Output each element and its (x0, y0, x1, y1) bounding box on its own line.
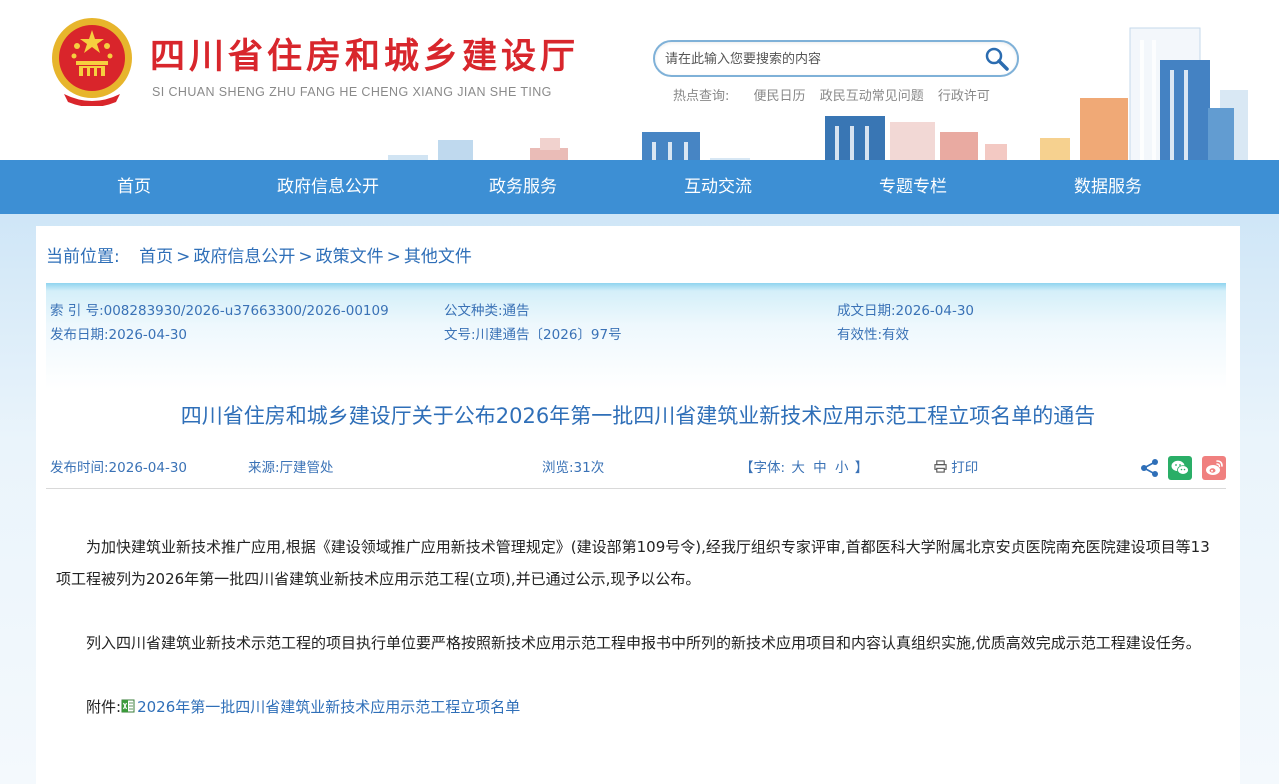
font-size-control: 【字体: 大 中 小 】 (740, 456, 868, 476)
view-count: 浏览:31次 (542, 460, 605, 476)
breadcrumb-policy[interactable]: 政策文件 (316, 247, 384, 267)
font-size-medium[interactable]: 中 (813, 460, 827, 476)
attachment-label: 附件: (86, 698, 122, 716)
breadcrumb-home[interactable]: 首页 (139, 247, 173, 267)
article-source: 来源:厅建管处 (248, 460, 334, 476)
breadcrumb-gov-info[interactable]: 政府信息公开 (193, 247, 295, 267)
document-meta-box: 索 引 号:008283930/2026-u37663300/2026-0010… (46, 283, 1226, 389)
font-label-open: 【字体: (740, 460, 786, 476)
site-pinyin: SI CHUAN SHENG ZHU FANG HE CHENG XIANG J… (152, 85, 552, 99)
breadcrumb: 当前位置: 首页 > 政府信息公开 > 政策文件 > 其他文件 (46, 242, 472, 267)
attachment-line: 附件: 2026年第一批四川省建筑业新技术应用示范工程立项名单 (56, 691, 1216, 723)
breadcrumb-separator: > (176, 247, 191, 267)
share-icon[interactable] (1140, 458, 1160, 478)
hot-search-label: 热点查询: (673, 89, 730, 104)
search-input[interactable] (665, 49, 965, 69)
nav-item-data[interactable]: 数据服务 (1018, 160, 1198, 214)
article-title: 四川省住房和城乡建设厅关于公布2026年第一批四川省建筑业新技术应用示范工程立项… (180, 404, 1096, 428)
meta-index-no: 索 引 号:008283930/2026-u37663300/2026-0010… (50, 303, 389, 319)
breadcrumb-label: 当前位置: (46, 247, 120, 267)
font-size-large[interactable]: 大 (791, 460, 805, 476)
article-body: 为加快建筑业新技术推广应用,根据《建设领域推广应用新技术管理规定》(建设部第10… (56, 531, 1216, 755)
site-title: 四川省住房和城乡建设厅 (150, 36, 580, 77)
meta-doc-no: 文号:川建通告〔2026〕97号 (444, 327, 622, 343)
hot-link-faq[interactable]: 政民互动常见问题 (820, 89, 924, 104)
attachment-link[interactable]: 2026年第一批四川省建筑业新技术应用示范工程立项名单 (137, 698, 520, 716)
publish-time: 发布时间:2026-04-30 (50, 460, 188, 476)
content-panel: 当前位置: 首页 > 政府信息公开 > 政策文件 > 其他文件 索 引 号:00828393… (36, 226, 1240, 784)
printer-icon (934, 460, 947, 473)
nav-item-special[interactable]: 专题专栏 (823, 160, 1003, 214)
article-paragraph: 列入四川省建筑业新技术示范工程的项目执行单位要严格按照新技术应用示范工程申报书中… (86, 634, 1201, 652)
site-header: 四川省住房和城乡建设厅 SI CHUAN SHENG ZHU FANG HE C… (0, 0, 1279, 160)
nav-item-interaction[interactable]: 互动交流 (628, 160, 808, 214)
nav-item-gov-info[interactable]: 政府信息公开 (238, 160, 418, 214)
article-info-row: 发布时间:2026-04-30 来源:厅建管处 浏览:31次 【字体: 大 中 … (50, 456, 1226, 486)
divider (46, 488, 1226, 489)
nav-item-gov-service[interactable]: 政务服务 (433, 160, 613, 214)
national-emblem-logo (52, 18, 132, 106)
main-nav: 首页 政府信息公开 政务服务 互动交流 专题专栏 数据服务 (0, 160, 1279, 214)
article-paragraph: 为加快建筑业新技术推广应用,根据《建设领域推广应用新技术管理规定》(建设部第10… (56, 538, 1210, 588)
search-icon[interactable] (983, 45, 1011, 73)
hot-link-calendar[interactable]: 便民日历 (754, 89, 806, 104)
font-label-close: 】 (854, 460, 869, 476)
meta-validity: 有效性:有效 (837, 327, 910, 343)
hot-search-bar: 热点查询: 便民日历 政民互动常见问题 行政许可 (673, 85, 1000, 104)
excel-file-icon (121, 699, 135, 713)
breadcrumb-separator: > (298, 247, 313, 267)
hot-link-permit[interactable]: 行政许可 (938, 89, 990, 104)
breadcrumb-other[interactable]: 其他文件 (404, 247, 472, 267)
search-box (653, 40, 1019, 77)
meta-created-date: 成文日期:2026-04-30 (837, 303, 975, 319)
weibo-icon[interactable] (1202, 456, 1226, 480)
nav-item-home[interactable]: 首页 (44, 160, 224, 214)
meta-doc-type: 公文种类:通告 (444, 303, 530, 319)
font-size-small[interactable]: 小 (835, 460, 849, 476)
print-label: 打印 (951, 460, 979, 476)
print-button[interactable]: 打印 (934, 456, 978, 476)
breadcrumb-separator: > (386, 247, 401, 267)
meta-publish-date: 发布日期:2026-04-30 (50, 327, 188, 343)
wechat-icon[interactable] (1168, 456, 1192, 480)
